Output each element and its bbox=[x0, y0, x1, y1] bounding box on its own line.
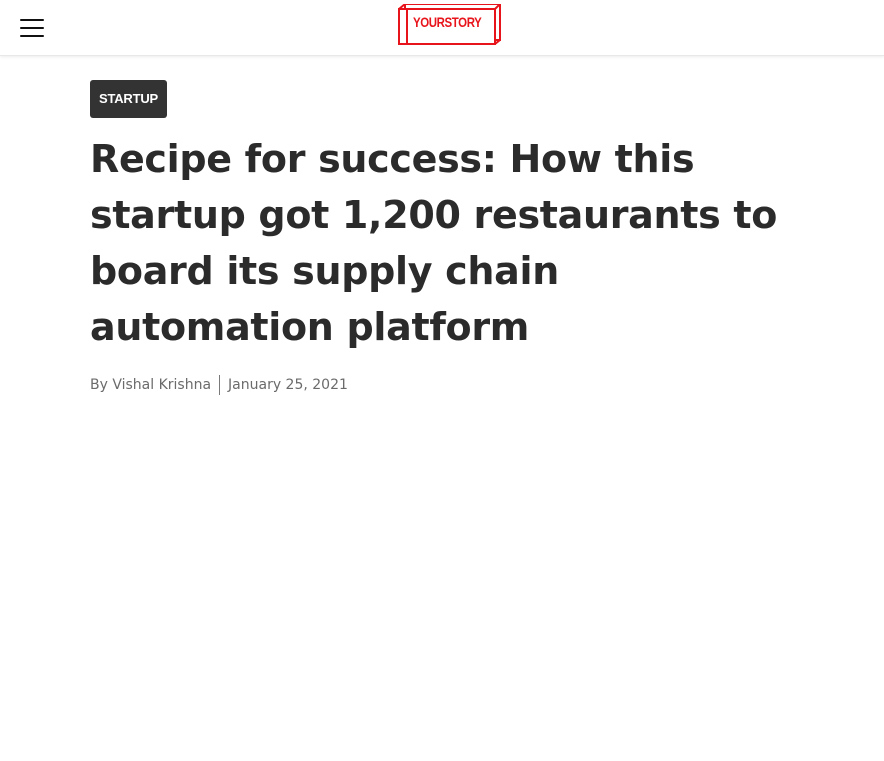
article-byline: By Vishal Krishna January 25, 2021 bbox=[90, 374, 348, 396]
menu-line bbox=[20, 27, 44, 29]
publish-date: January 25, 2021 bbox=[228, 377, 348, 393]
author-link[interactable]: By Vishal Krishna bbox=[90, 377, 211, 393]
hamburger-menu-icon[interactable] bbox=[20, 18, 44, 38]
yourstory-logo[interactable]: YOURSTORY bbox=[397, 4, 501, 46]
menu-line bbox=[20, 19, 44, 21]
article-headline: Recipe for success: How this startup got… bbox=[90, 137, 778, 349]
byline-divider bbox=[219, 375, 221, 395]
category-tag[interactable]: STARTUP bbox=[90, 80, 168, 118]
menu-line bbox=[20, 35, 44, 37]
top-navigation-bar: YOURSTORY bbox=[0, 0, 884, 56]
logo-wordmark: YOURSTORY bbox=[413, 14, 482, 30]
